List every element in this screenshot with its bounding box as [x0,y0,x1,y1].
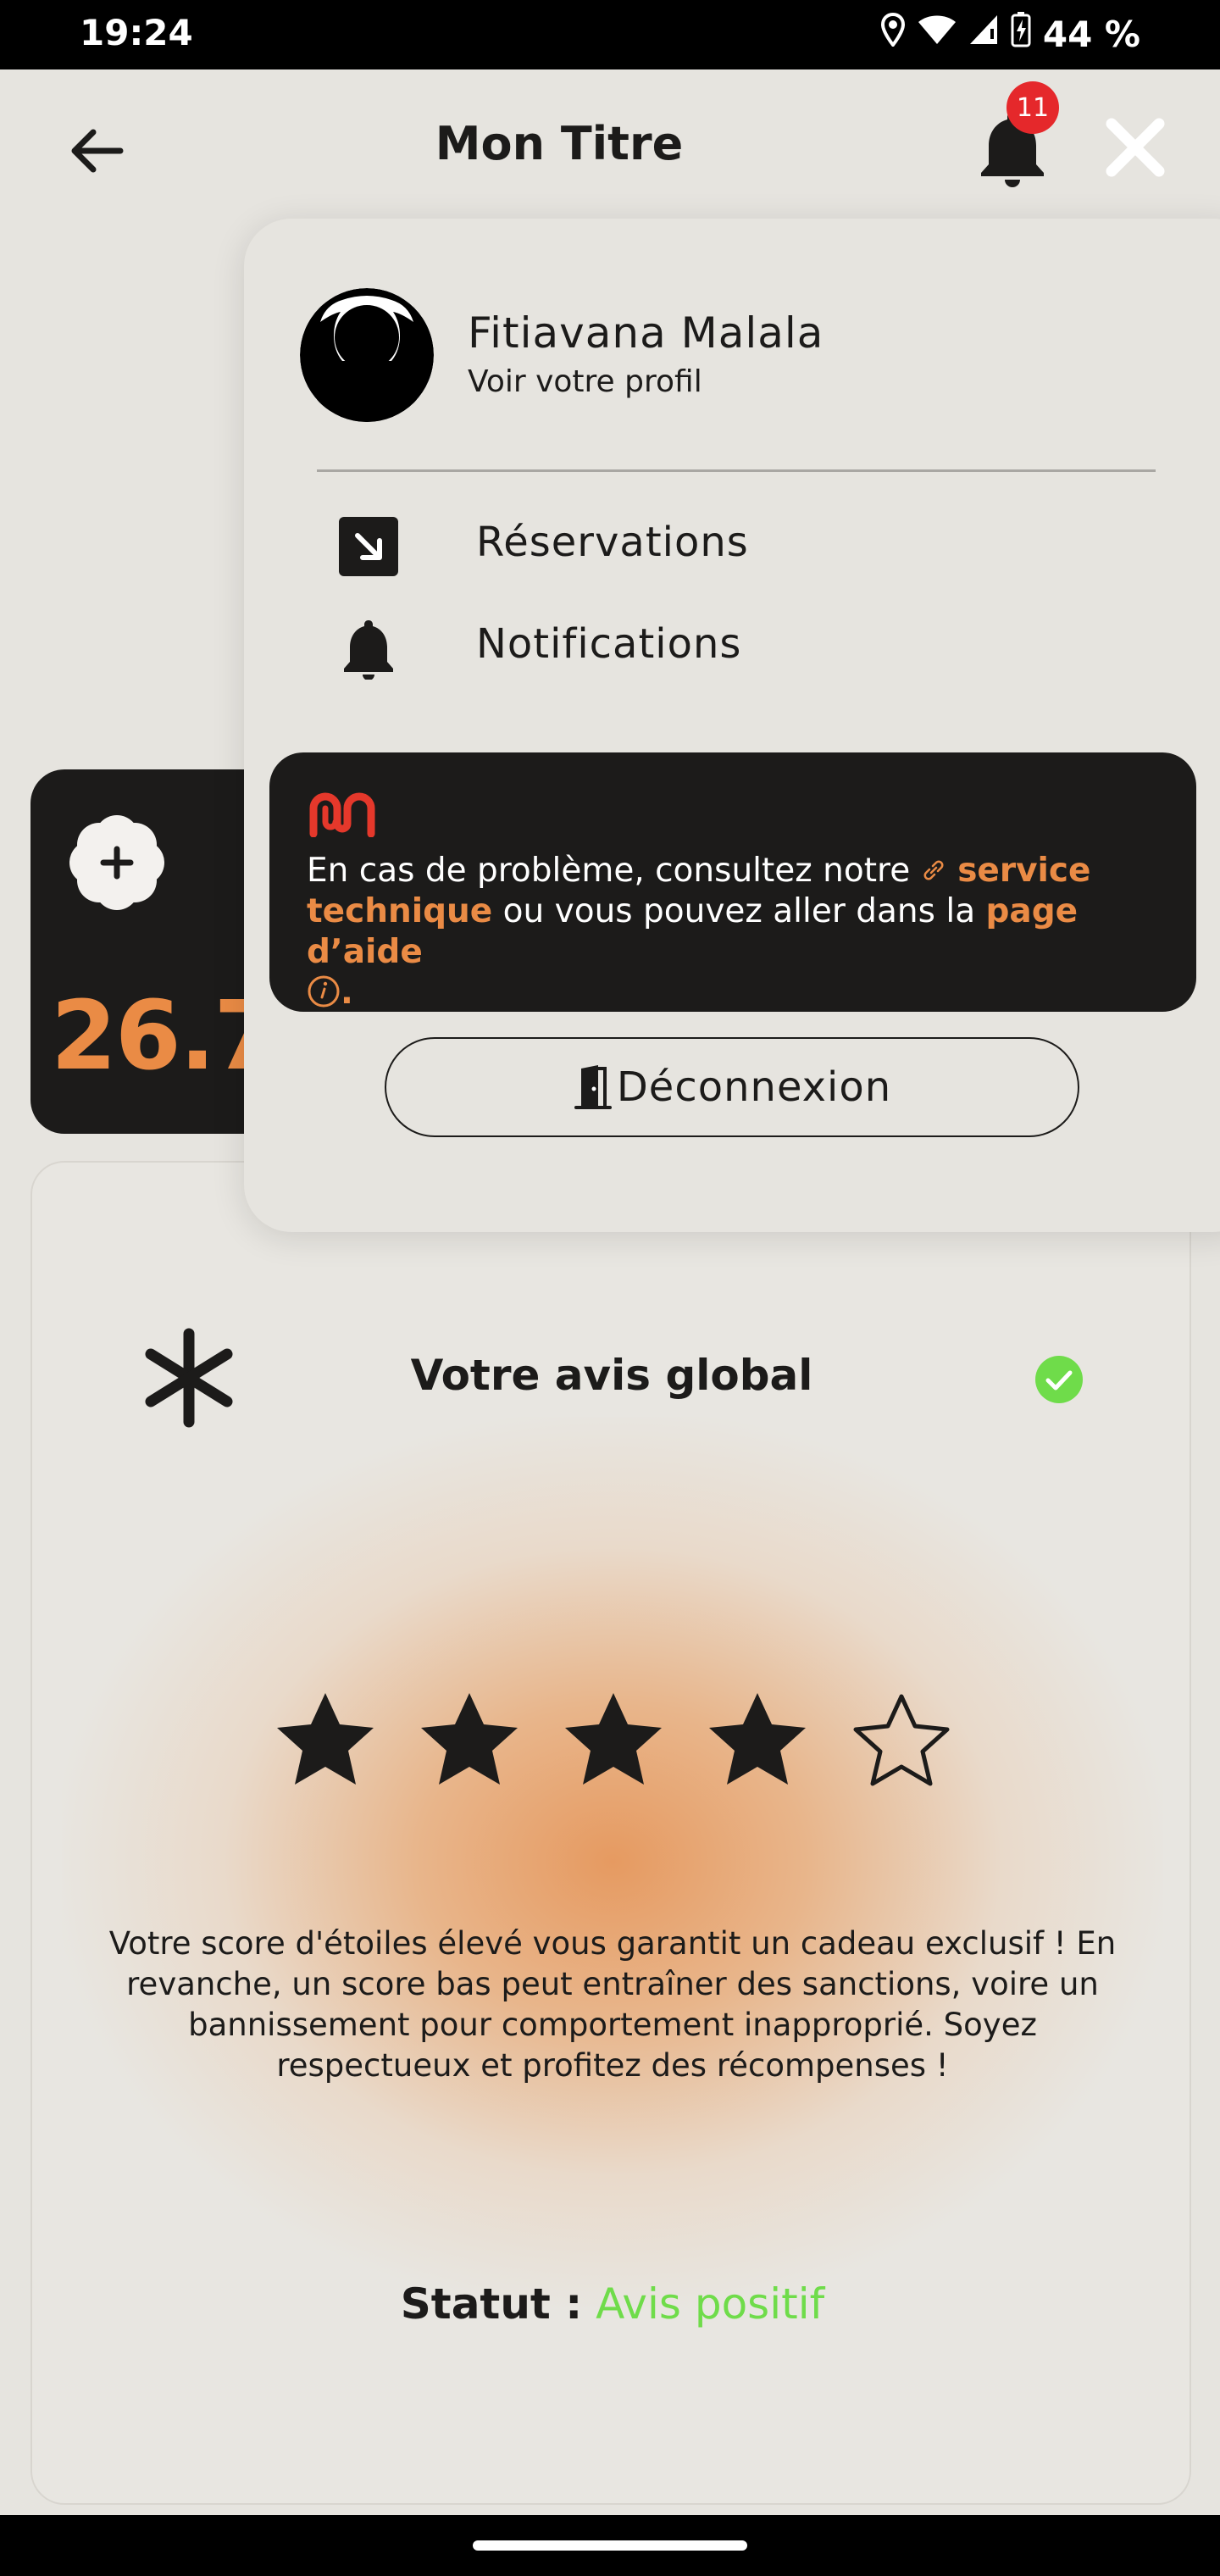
statut-value: Avis positif [596,2279,825,2329]
star-filled-icon[interactable] [417,1690,522,1790]
door-icon [574,1065,612,1109]
link-icon [923,860,944,880]
check-circle-icon [1034,1354,1084,1405]
glow-decoration [62,1417,1163,2307]
battery-level: 44 % [1042,13,1140,55]
info-icon[interactable] [307,974,341,1008]
avis-title: Votre avis global [410,1351,813,1400]
help-text-part: ou vous pouvez aller dans la [492,892,986,930]
signal-icon [968,14,999,54]
menu-item-notifications[interactable]: Notifications [337,608,1015,685]
avis-description: Votre score d'étoiles élevé vous garanti… [108,1925,1117,2084]
app-bar: Mon Titre 11 [0,69,1220,222]
user-name: Fitiavana Malala [468,308,824,358]
view-profile-link[interactable]: Voir votre profil [468,364,702,399]
status-icons: 44 % [880,12,1140,56]
star-filled-icon[interactable] [273,1690,378,1790]
wifi-icon [918,14,957,54]
star-rating[interactable] [273,1690,954,1790]
star-filled-icon[interactable] [705,1690,810,1790]
star-filled-icon[interactable] [561,1690,666,1790]
statut-label: Statut : [400,2279,583,2329]
bell-icon [344,620,393,680]
user-avatar-icon [300,288,434,422]
profile-menu-panel: Fitiavana Malala Voir votre profil Réser… [244,219,1220,1232]
divider [317,469,1156,472]
help-box: En cas de problème, consultez notre serv… [269,752,1196,1012]
menu-item-label: Réservations [476,519,749,566]
brand-logo-icon [309,792,375,837]
avis-card: Votre avis global Votre score d'étoiles … [30,1161,1191,2505]
home-indicator[interactable] [473,2540,747,2551]
logout-button[interactable]: Déconnexion [385,1037,1079,1137]
avatar[interactable] [300,288,434,422]
help-text-part: En cas de problème, consultez notre [307,852,921,890]
page-title: Mon Titre [435,117,684,170]
menu-item-reservations[interactable]: Réservations [337,507,1015,583]
help-text-end: . [341,974,353,1012]
battery-charging-icon [1011,12,1031,56]
star-outline-icon[interactable] [849,1690,954,1790]
statut-line: Statut : Avis positif [32,2279,1190,2329]
help-text: En cas de problème, consultez notre serv… [307,851,1171,1013]
location-icon [880,12,906,55]
logout-label: Déconnexion [616,1063,892,1111]
status-bar: 19:24 44 % [0,0,1220,69]
add-flower-icon[interactable] [66,812,168,913]
close-button[interactable] [1101,114,1169,181]
arrow-down-right-icon [339,517,398,576]
menu-item-label: Notifications [476,620,742,668]
status-time: 19:24 [80,12,193,53]
notification-count-badge: 11 [1006,81,1059,134]
close-icon [1106,118,1165,177]
